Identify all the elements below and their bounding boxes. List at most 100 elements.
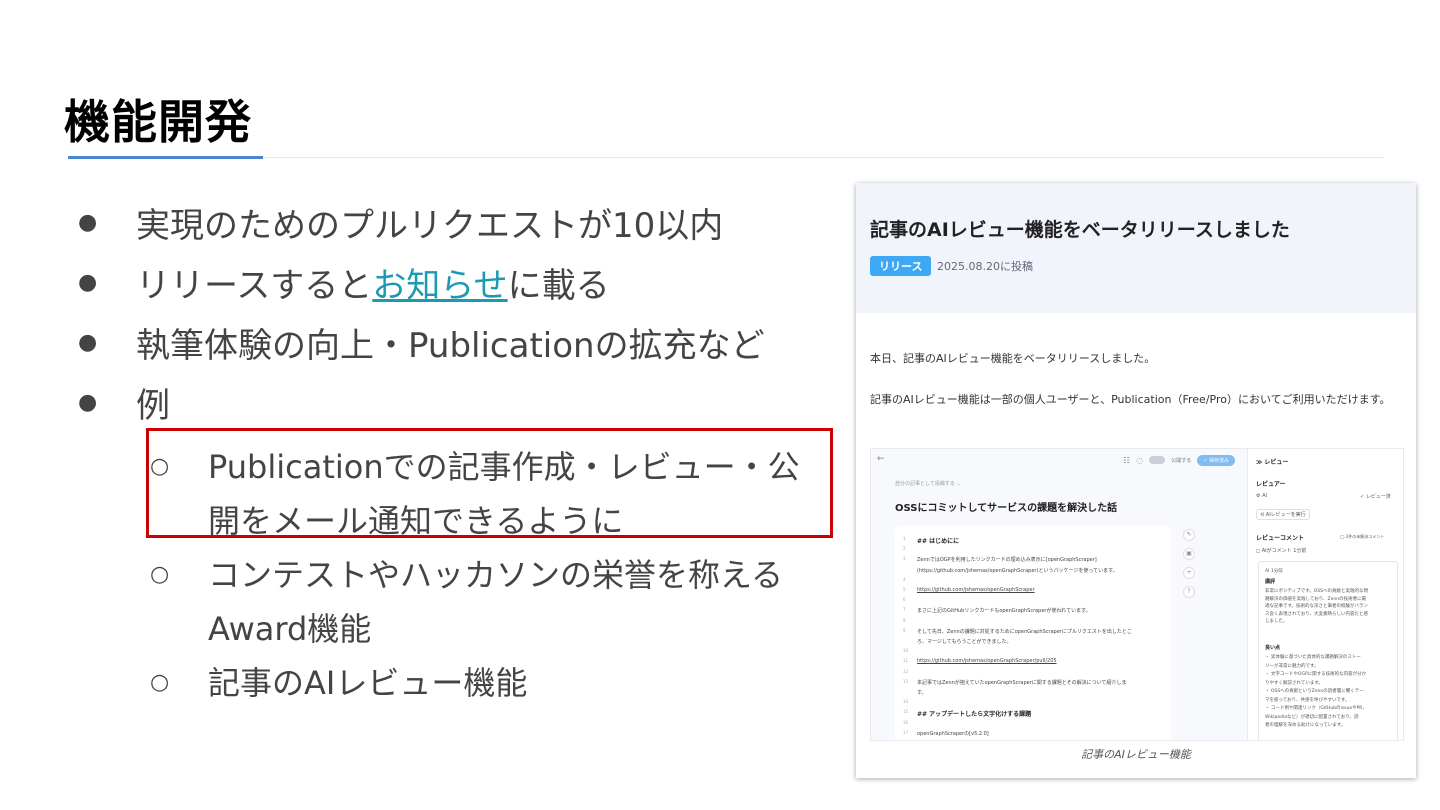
- good-point-line: マを扱っており、共感を呼びやすいです。: [1265, 697, 1350, 703]
- bullet-dot-icon: ●: [78, 329, 98, 355]
- reviewed-status: ✓ レビュー済: [1360, 494, 1391, 500]
- help-icon: ?: [1183, 586, 1195, 598]
- screenshot-card: 記事のAIレビュー機能をベータリリースしました リリース 2025.08.20に…: [856, 183, 1416, 778]
- sub-bullet-text: コンテストやハッカソンの栄誉を称えるAward機能: [208, 556, 784, 648]
- code-line: https://github.com/jshemas/openGraphScra…: [917, 658, 1057, 665]
- bullet-text: 例: [136, 385, 170, 426]
- comment-title: 講評: [1265, 579, 1276, 585]
- code-line: ## はじめにに: [917, 538, 960, 545]
- bullet-dot-icon: ●: [78, 269, 98, 295]
- line-number: 13: [903, 678, 909, 684]
- card-paragraph: 記事のAIレビュー機能は一部の個人ユーザーと、Publication（Free/…: [870, 393, 1391, 406]
- highlight-box: [146, 428, 833, 538]
- good-point-line: りやすく解説されています。: [1265, 680, 1323, 686]
- code-line: ろ、マージしてもらうことができました。: [917, 639, 1012, 645]
- line-number: 9: [903, 627, 906, 633]
- bullet-dot-icon: ●: [78, 389, 98, 415]
- code-line: まさに上記のGitHubリンクカードもopenGraphScraperが使われて…: [917, 608, 1091, 615]
- article-heading: OSSにコミットしてサービスの課題を解決した話: [895, 503, 1118, 514]
- line-number: 17: [903, 729, 909, 735]
- comment-body-line: 題解決の価値を実践しており、Zennの技術者に最: [1265, 596, 1367, 602]
- plus-icon: +: [1183, 567, 1195, 579]
- image-caption: 記事のAIレビュー機能: [1081, 748, 1191, 761]
- bullet-item: ● 実現のためのプルリクエストが10以内: [78, 192, 818, 252]
- comment-body-line: じました。: [1265, 619, 1288, 624]
- publish-label: 公開する: [1171, 457, 1192, 464]
- sub-bullet-circle-icon: ○: [150, 562, 170, 587]
- good-point-line: Wikipediaなど）が適切に配置されており、読: [1265, 714, 1359, 720]
- panel-header: ≫ レビュー: [1256, 459, 1289, 466]
- good-point-line: ・ 実体験に基づいた具体的な課題解決のストー: [1265, 655, 1361, 660]
- line-number: 5: [903, 587, 906, 592]
- slide-title: 機能開発: [64, 95, 252, 149]
- comment-body-line: 非常にポジティブです。OSSへの貢献と実践的な問: [1265, 589, 1369, 594]
- bullet-text: リリースすると: [136, 265, 373, 306]
- image-icon: ▣: [1183, 548, 1195, 560]
- comment-author: AI 1分前: [1265, 569, 1283, 574]
- run-ai-review-button: ⟲ AIレビューを実行: [1256, 509, 1310, 520]
- editor-toolbar: ☷ ◌ 公開する ✓ 保存済み: [871, 449, 1245, 471]
- code-line: https://github.com/jshemas/openGraphScra…: [917, 587, 1035, 593]
- line-number: 15: [903, 709, 909, 715]
- editor-screenshot: ← ☷ ◌ 公開する ✓ 保存済み 自分の記事として投稿する ⌄ OSSにコミッ…: [870, 448, 1404, 741]
- code-line: そして先日、Zennの課題に対処するためにopenGraphScraperにプル…: [917, 628, 1132, 635]
- good-points-label: 良い点: [1265, 645, 1281, 651]
- line-number: 4: [903, 576, 906, 582]
- settings-icon: ☷: [1123, 455, 1131, 465]
- unresolved-count: ◯ 2件の未解決コメント: [1340, 534, 1385, 539]
- code-line: ## アップデートしたら文字化けする課題: [917, 711, 1032, 719]
- title-accent-line: [68, 156, 263, 159]
- comment-body-line: 適な記事です。技術的な深さと筆者の経験がバラン: [1265, 604, 1369, 609]
- good-point-line: ・ OSSへの貢献というZennの読者層に響くテー: [1265, 689, 1364, 694]
- code-line: す。: [917, 690, 927, 696]
- good-point-line: ・ コード例や関連リンク（GitHubのissueやPR、: [1265, 706, 1367, 711]
- line-number: 3: [903, 556, 906, 562]
- line-number: 12: [903, 668, 909, 674]
- sub-bullet-item: ○ 記事のAIレビュー機能: [150, 656, 818, 710]
- line-number: 14: [903, 699, 909, 705]
- line-number: 8: [903, 617, 906, 623]
- card-title: 記事のAIレビュー機能をベータリリースしました: [870, 219, 1290, 241]
- line-number: 11: [903, 658, 909, 664]
- reviewer-label: レビュアー: [1256, 481, 1286, 488]
- title-divider: [68, 157, 1384, 158]
- good-point-line: リーが非常に魅力的です。: [1265, 663, 1319, 669]
- line-number: 16: [903, 719, 909, 725]
- editor-side-tools: ✎ ▣ + ?: [1183, 529, 1197, 605]
- bullet-text: 執筆体験の向上・Publicationの拡充など: [136, 325, 765, 366]
- pencil-icon: ✎: [1183, 529, 1195, 541]
- line-number: 2: [903, 546, 906, 552]
- code-line: 本記事ではZennが抱えていたopenGraphScraperに関する課題とその…: [917, 679, 1127, 686]
- saved-button: ✓ 保存済み: [1197, 454, 1235, 466]
- sub-bullet-circle-icon: ○: [150, 670, 170, 695]
- ai-comment-meta: ◻ AIがコメント 1分前: [1256, 548, 1307, 554]
- post-as-label: 自分の記事として投稿する ⌄: [895, 481, 961, 487]
- release-tag: リリース: [870, 256, 932, 276]
- line-number: 6: [903, 597, 906, 603]
- comment-body-line: ス良く表現されており、大変素晴らしい内容だと感: [1265, 611, 1369, 617]
- card-header: [856, 183, 1416, 313]
- line-number: 1: [903, 536, 906, 541]
- bullet-item: ● 執筆体験の向上・Publicationの拡充など: [78, 312, 818, 372]
- bullet-text: 実現のためのプルリクエストが10以内: [136, 205, 724, 246]
- publish-toggle: [1149, 456, 1166, 464]
- code-line: (https://github.com/jshemas/openGraphScr…: [917, 567, 1118, 574]
- comment-icon: ◌: [1136, 455, 1144, 465]
- bullet-dot-icon: ●: [78, 209, 98, 235]
- ai-comment-card: AI 1分前 講評 良い点 非常にポジティブです。OSSへの貢献と実践的な問 題解…: [1258, 561, 1398, 740]
- news-link[interactable]: お知らせ: [372, 258, 507, 307]
- good-point-line: 者の理解を深める助けになっています。: [1265, 723, 1346, 728]
- bullet-item: ● 例: [78, 372, 818, 432]
- post-date: 2025.08.20に投稿: [937, 260, 1033, 273]
- card-paragraph: 本日、記事のAIレビュー機能をベータリリースしました。: [870, 352, 1156, 365]
- sub-bullet-item: ○ コンテストやハッカソンの栄誉を称えるAward機能: [150, 548, 818, 656]
- line-number: 10: [903, 648, 909, 654]
- good-point-line: ・ 文字コードやOGPに関する技術的な内容が分か: [1265, 672, 1367, 677]
- bullet-item: ● リリースすると お知らせ に載る: [78, 252, 818, 312]
- sub-bullet-text: 記事のAIレビュー機能: [208, 664, 528, 702]
- code-line: openGraphScraperの[v5.2.0]: [917, 730, 989, 737]
- ai-reviewer: ⚙ AI: [1256, 493, 1267, 499]
- review-panel: ≫ レビュー レビュアー ⚙ AI ✓ レビュー済 ⟲ AIレビューを実行 レビ…: [1247, 449, 1403, 740]
- review-comments-label: レビューコメント: [1256, 535, 1305, 542]
- bullet-text: に載る: [507, 265, 610, 306]
